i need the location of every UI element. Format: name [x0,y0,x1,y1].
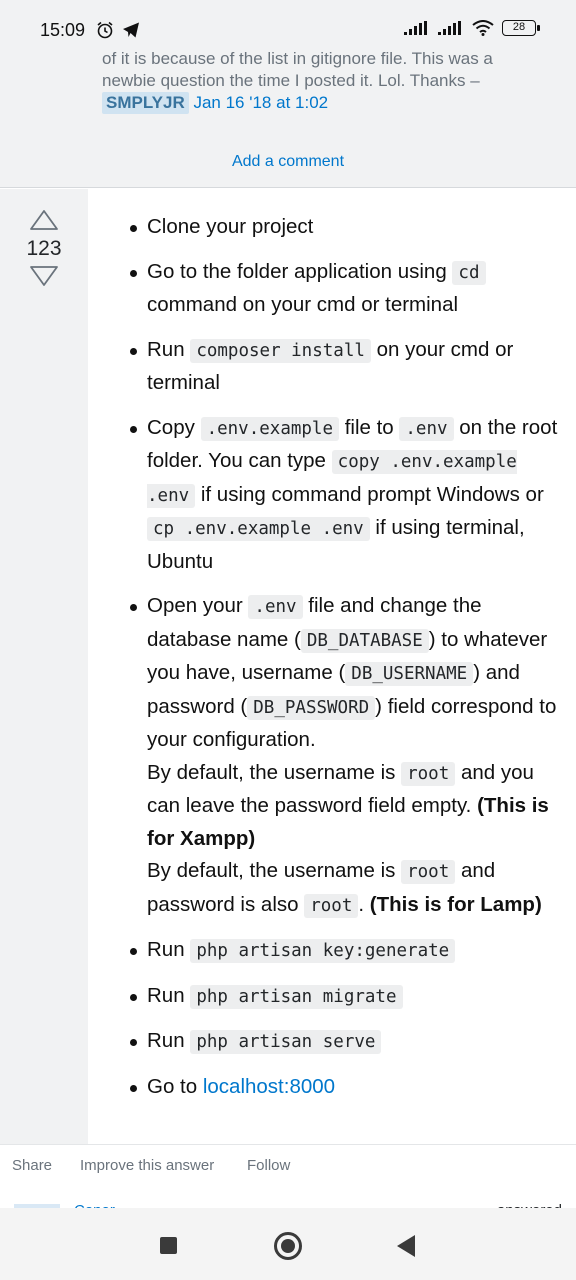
home-icon[interactable] [274,1232,302,1260]
improve-answer-link[interactable]: Improve this answer [80,1157,214,1174]
comment-meta: SMPLYJR Jan 16 '18 at 1:02 [102,92,554,114]
list-item: Run php artisan serve [88,1025,576,1059]
inline-code: cp .env.example .env [147,517,370,541]
inline-code: DB_DATABASE [300,628,429,653]
recents-icon[interactable] [160,1237,177,1254]
list-item: Run composer install on your cmd or term… [88,334,576,400]
post-menu: Share Improve this answer Follow [0,1144,576,1192]
inline-code: php artisan serve [190,1030,382,1054]
status-icons-left [96,21,140,39]
follow-link[interactable]: Follow [247,1157,290,1174]
comment: of it is because of the list in gitignor… [88,48,568,140]
inline-code: root [304,893,359,918]
upvote-arrow-icon[interactable] [29,209,59,231]
inline-code: php artisan key:generate [190,939,456,963]
inline-code: cd [452,260,486,285]
add-comment-row: Add a comment [0,136,576,188]
add-comment-link[interactable]: Add a comment [0,153,576,171]
list-item: Go to the folder application using cd co… [88,256,576,322]
list-item: Run php artisan key:generate [88,934,576,968]
inline-code: DB_PASSWORD [247,695,376,720]
steps-list: Clone your project Go to the folder appl… [88,189,576,1103]
signal-icon [404,21,427,35]
list-item: Copy .env.example file to .env on the ro… [88,412,576,579]
share-link[interactable]: Share [12,1157,52,1174]
telegram-icon [123,22,139,38]
list-item: Open your .env file and change the datab… [88,590,576,922]
nav-bar [0,1208,576,1280]
bold-note: (This is for Lamp) [369,892,542,916]
wifi-icon [472,20,494,36]
inline-code: php artisan migrate [190,984,403,1009]
inline-code: DB_USERNAME [345,662,474,686]
inline-code: .env [399,416,454,441]
inline-code: root [401,761,456,786]
comment-block: of it is because of the list in gitignor… [0,40,576,140]
vote-count: 123 [26,237,62,260]
comment-user-link[interactable]: SMPLYJR [102,92,189,114]
inline-code: root [401,860,456,884]
comment-date-link[interactable]: Jan 16 '18 at 1:02 [193,93,328,112]
status-icons-right: 28 [404,20,540,36]
inline-code: .env [248,595,303,619]
battery-icon: 28 [502,20,540,36]
comment-line: newbie question the time I posted it. Lo… [102,71,480,90]
vote-column: 123 [0,189,88,1144]
answer-body: Clone your project Go to the folder appl… [88,189,576,1144]
list-item: Run php artisan migrate [88,980,576,1014]
signal-icon [438,21,461,35]
status-time: 15:09 [40,20,86,40]
list-item: Go to localhost:8000 [88,1071,576,1104]
alarm-icon [97,21,113,39]
comment-line: of it is because of the list in gitignor… [102,49,493,68]
downvote-arrow-icon[interactable] [29,265,59,287]
inline-code: composer install [190,338,371,363]
list-item: Clone your project [88,211,576,244]
inline-code: .env.example [200,416,339,441]
back-icon[interactable] [397,1235,415,1257]
localhost-link[interactable]: localhost:8000 [203,1075,335,1098]
